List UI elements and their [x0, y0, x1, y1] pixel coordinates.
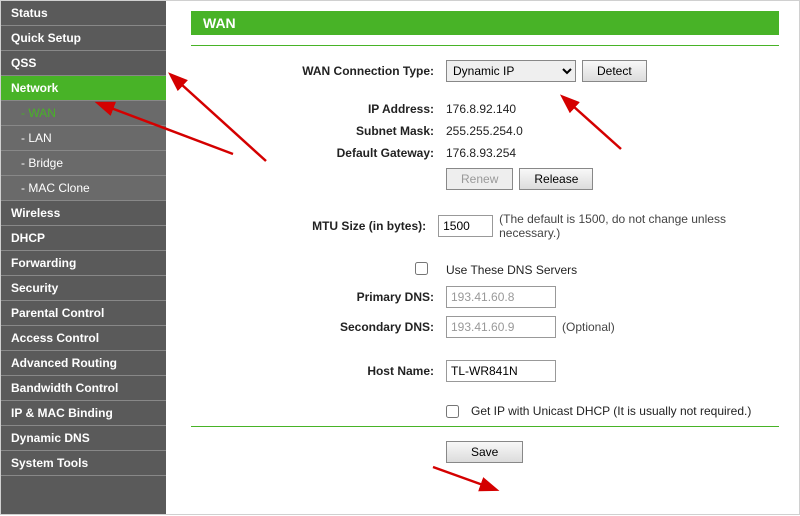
nav-system-tools[interactable]: System Tools	[1, 451, 166, 476]
pdns-label: Primary DNS:	[191, 290, 446, 304]
pdns-input[interactable]	[446, 286, 556, 308]
detect-button[interactable]: Detect	[582, 60, 647, 82]
nav-access-control[interactable]: Access Control	[1, 326, 166, 351]
host-label: Host Name:	[191, 364, 446, 378]
sdns-input[interactable]	[446, 316, 556, 338]
gw-value: 176.8.93.254	[446, 146, 516, 160]
sdns-label: Secondary DNS:	[191, 320, 446, 334]
nav-parental-control[interactable]: Parental Control	[1, 301, 166, 326]
divider-bottom	[191, 426, 779, 427]
nav-bridge[interactable]: - Bridge	[1, 151, 166, 176]
renew-button[interactable]: Renew	[446, 168, 513, 190]
nav-dhcp[interactable]: DHCP	[1, 226, 166, 251]
use-dns-label: Use These DNS Servers	[446, 263, 577, 277]
save-button[interactable]: Save	[446, 441, 523, 463]
mtu-label: MTU Size (in bytes):	[191, 219, 438, 233]
mask-label: Subnet Mask:	[191, 124, 446, 138]
main-panel: WAN WAN Connection Type: Dynamic IP Dete…	[166, 1, 799, 514]
unicast-checkbox[interactable]	[446, 405, 459, 418]
nav-bandwidth-control[interactable]: Bandwidth Control	[1, 376, 166, 401]
ip-value: 176.8.92.140	[446, 102, 516, 116]
mtu-input[interactable]	[438, 215, 493, 237]
nav-mac-clone[interactable]: - MAC Clone	[1, 176, 166, 201]
nav-status[interactable]: Status	[1, 1, 166, 26]
mtu-note: (The default is 1500, do not change unle…	[499, 212, 779, 240]
divider	[191, 45, 779, 46]
nav-security[interactable]: Security	[1, 276, 166, 301]
nav-advanced-routing[interactable]: Advanced Routing	[1, 351, 166, 376]
nav-ip-mac-binding[interactable]: IP & MAC Binding	[1, 401, 166, 426]
nav-wireless[interactable]: Wireless	[1, 201, 166, 226]
host-input[interactable]	[446, 360, 556, 382]
nav-wan[interactable]: - WAN	[1, 101, 166, 126]
nav-lan[interactable]: - LAN	[1, 126, 166, 151]
ip-label: IP Address:	[191, 102, 446, 116]
conn-type-select[interactable]: Dynamic IP	[446, 60, 576, 82]
nav-qss[interactable]: QSS	[1, 51, 166, 76]
nav-dynamic-dns[interactable]: Dynamic DNS	[1, 426, 166, 451]
gw-label: Default Gateway:	[191, 146, 446, 160]
page-title: WAN	[191, 11, 779, 35]
sdns-note: (Optional)	[562, 320, 615, 334]
conn-type-label: WAN Connection Type:	[191, 64, 446, 78]
nav-quick-setup[interactable]: Quick Setup	[1, 26, 166, 51]
nav-network[interactable]: Network	[1, 76, 166, 101]
sidebar: Status Quick Setup QSS Network - WAN - L…	[1, 1, 166, 514]
use-dns-checkbox[interactable]	[415, 262, 428, 275]
nav-forwarding[interactable]: Forwarding	[1, 251, 166, 276]
release-button[interactable]: Release	[519, 168, 593, 190]
mask-value: 255.255.254.0	[446, 124, 523, 138]
unicast-label: Get IP with Unicast DHCP (It is usually …	[471, 404, 751, 418]
